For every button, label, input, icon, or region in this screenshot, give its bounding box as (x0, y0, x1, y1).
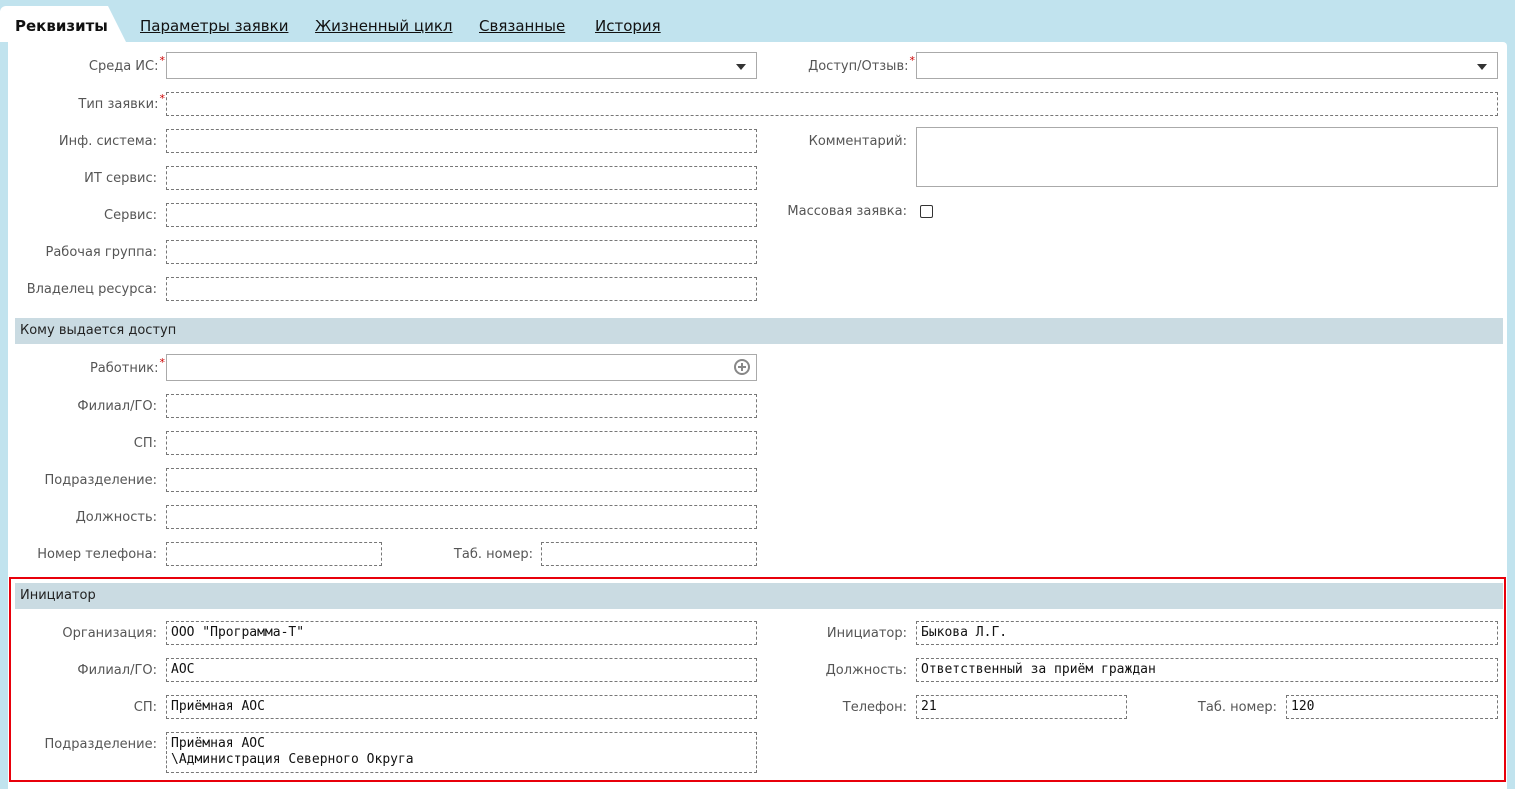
access-position-label: Должность: (75, 510, 157, 525)
type-field[interactable] (166, 92, 1498, 116)
access-phone-label: Номер телефона: (37, 547, 157, 562)
tab-related[interactable]: Связанные (479, 17, 565, 35)
access-label: Доступ/Отзыв:* (808, 54, 915, 74)
org-field[interactable]: ООО "Программа-Т" (166, 621, 757, 645)
tab-lifecycle[interactable]: Жизненный цикл (315, 17, 453, 35)
init-phone-label: Телефон: (842, 700, 907, 715)
access-position-field[interactable] (166, 505, 757, 529)
access-subdivision-label: Подразделение: (44, 473, 157, 488)
owner-label: Владелец ресурса: (26, 282, 157, 297)
access-tabnum-field[interactable] (541, 542, 757, 566)
itservice-label: ИТ сервис: (84, 171, 157, 186)
access-branch-label: Филиал/ГО: (77, 399, 157, 414)
mass-label: Массовая заявка: (787, 204, 907, 219)
comment-textarea[interactable] (916, 127, 1498, 187)
initiator-field[interactable]: Быкова Л.Г. (916, 621, 1498, 645)
init-tabnum-label: Таб. номер: (1197, 700, 1277, 715)
env-label: Среда ИС:* (88, 54, 165, 74)
requisites-panel: Среда ИС:* Доступ/Отзыв:* Тип заявки:* И… (8, 42, 1507, 789)
init-phone-field[interactable]: 21 (916, 695, 1127, 719)
access-section-header: Кому выдается доступ (15, 318, 1503, 344)
chevron-down-icon (1477, 64, 1487, 70)
initiator-label: Инициатор: (826, 626, 907, 641)
access-sp-label: СП: (133, 436, 157, 451)
access-branch-field[interactable] (166, 394, 757, 418)
tab-requisites[interactable]: Реквизиты (0, 6, 126, 42)
workgroup-field[interactable] (166, 240, 757, 264)
itservice-field[interactable] (166, 166, 757, 190)
init-branch-label: Филиал/ГО: (77, 663, 157, 678)
init-sp-label: СП: (133, 700, 157, 715)
init-position-label: Должность: (825, 663, 907, 678)
workgroup-label: Рабочая группа: (45, 245, 158, 260)
chevron-down-icon (736, 64, 746, 70)
employee-label: Работник:* (89, 356, 165, 376)
infsys-field[interactable] (166, 129, 757, 153)
owner-field[interactable] (166, 277, 757, 301)
tab-requisites-label: Реквизиты (15, 17, 108, 35)
access-sp-field[interactable] (166, 431, 757, 455)
comment-label: Комментарий: (808, 134, 907, 149)
init-branch-field[interactable]: АОС (166, 658, 757, 682)
initiator-section-header: Инициатор (15, 583, 1503, 609)
service-field[interactable] (166, 203, 757, 227)
env-select[interactable] (166, 52, 757, 79)
access-select[interactable] (916, 52, 1498, 79)
init-subdivision-label: Подразделение: (44, 737, 157, 752)
init-sp-field[interactable]: Приёмная АОС (166, 695, 757, 719)
tab-history[interactable]: История (595, 17, 661, 35)
type-label: Тип заявки:* (78, 92, 165, 112)
employee-field[interactable] (166, 354, 757, 381)
access-subdivision-field[interactable] (166, 468, 757, 492)
tab-request-params[interactable]: Параметры заявки (140, 17, 288, 35)
init-tabnum-field[interactable]: 120 (1286, 695, 1498, 719)
service-label: Сервис: (104, 208, 157, 223)
init-subdivision-field[interactable]: Приёмная АОС \Администрация Северного Ок… (166, 732, 757, 773)
init-position-field[interactable]: Ответственный за приём граждан (916, 658, 1498, 682)
mass-checkbox[interactable] (920, 205, 933, 218)
plus-circle-icon[interactable] (734, 359, 750, 375)
org-label: Организация: (62, 626, 157, 641)
access-phone-field[interactable] (166, 542, 382, 566)
access-tabnum-label: Таб. номер: (453, 547, 533, 562)
infsys-label: Инф. система: (58, 134, 157, 149)
